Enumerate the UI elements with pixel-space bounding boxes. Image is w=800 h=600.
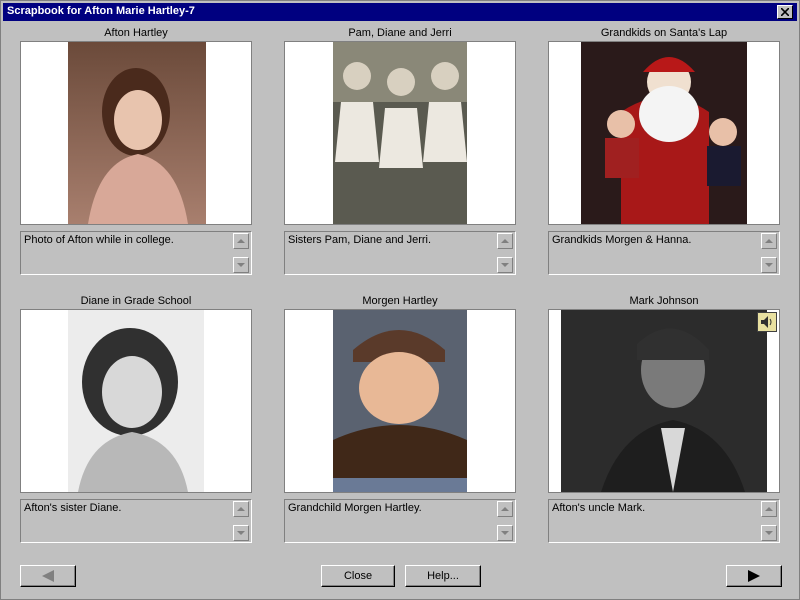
portrait-photo-afton[interactable] [68, 42, 206, 224]
description-box[interactable]: Photo of Afton while in college. [20, 231, 252, 275]
window-title: Scrapbook for Afton Marie Hartley-7 [7, 5, 195, 17]
chevron-up-icon [501, 507, 509, 511]
close-icon [781, 8, 789, 16]
description-text: Photo of Afton while in college. [24, 234, 174, 246]
close-button[interactable]: Close [321, 565, 395, 587]
description-text: Grandchild Morgen Hartley. [288, 502, 422, 514]
next-page-button[interactable] [726, 565, 782, 587]
speaker-icon [761, 316, 772, 328]
description-text: Afton's uncle Mark. [552, 502, 646, 514]
scroll-down-button[interactable] [497, 525, 513, 541]
help-button[interactable]: Help... [405, 565, 481, 587]
photo-title: Grandkids on Santa's Lap [600, 27, 728, 39]
portrait-photo-diane[interactable] [68, 310, 204, 492]
audio-speaker-button[interactable] [757, 312, 777, 332]
portrait-photo-morgen[interactable] [333, 310, 467, 492]
chevron-up-icon [765, 239, 773, 243]
title-bar: Scrapbook for Afton Marie Hartley-7 [3, 3, 797, 21]
close-window-button[interactable] [777, 5, 793, 19]
chevron-down-icon [501, 263, 509, 267]
description-box[interactable]: Afton's sister Diane. [20, 499, 252, 543]
scroll-up-button[interactable] [497, 233, 513, 249]
scroll-down-button[interactable] [761, 525, 777, 541]
scroll-down-button[interactable] [233, 257, 249, 273]
photo-santa[interactable] [581, 42, 747, 224]
photo-title: Morgen Hartley [362, 295, 438, 307]
photo-frame [20, 309, 252, 493]
chevron-down-icon [501, 531, 509, 535]
photo-title: Diane in Grade School [80, 295, 192, 307]
portrait-photo-mark[interactable] [561, 310, 767, 492]
description-text: Afton's sister Diane. [24, 502, 122, 514]
description-box[interactable]: Afton's uncle Mark. [548, 499, 780, 543]
description-box[interactable]: Grandkids Morgen & Hanna. [548, 231, 780, 275]
description-box[interactable]: Grandchild Morgen Hartley. [284, 499, 516, 543]
right-arrow-icon [748, 570, 760, 582]
scrapbook-window: Scrapbook for Afton Marie Hartley-7 Afto… [0, 0, 800, 600]
chevron-down-icon [765, 531, 773, 535]
photo-title: Mark Johnson [629, 295, 699, 307]
photo-three-sisters[interactable] [333, 42, 467, 224]
chevron-up-icon [765, 507, 773, 511]
chevron-down-icon [237, 263, 245, 267]
scroll-up-button[interactable] [233, 233, 249, 249]
chevron-up-icon [237, 239, 245, 243]
photo-frame [284, 41, 516, 225]
previous-page-button[interactable] [20, 565, 76, 587]
description-text: Sisters Pam, Diane and Jerri. [288, 234, 432, 246]
scroll-up-button[interactable] [761, 233, 777, 249]
chevron-up-icon [237, 507, 245, 511]
chevron-up-icon [501, 239, 509, 243]
scroll-up-button[interactable] [497, 501, 513, 517]
scroll-down-button[interactable] [497, 257, 513, 273]
scroll-down-button[interactable] [233, 525, 249, 541]
description-text: Grandkids Morgen & Hanna. [552, 234, 692, 246]
scroll-down-button[interactable] [761, 257, 777, 273]
scroll-up-button[interactable] [761, 501, 777, 517]
chevron-down-icon [765, 263, 773, 267]
photo-frame [20, 41, 252, 225]
photo-title: Afton Hartley [104, 27, 168, 39]
description-box[interactable]: Sisters Pam, Diane and Jerri. [284, 231, 516, 275]
photo-frame [548, 41, 780, 225]
scroll-up-button[interactable] [233, 501, 249, 517]
photo-frame [548, 309, 780, 493]
photo-frame [284, 309, 516, 493]
chevron-down-icon [237, 531, 245, 535]
left-arrow-icon [42, 570, 54, 582]
photo-title: Pam, Diane and Jerri [348, 27, 452, 39]
